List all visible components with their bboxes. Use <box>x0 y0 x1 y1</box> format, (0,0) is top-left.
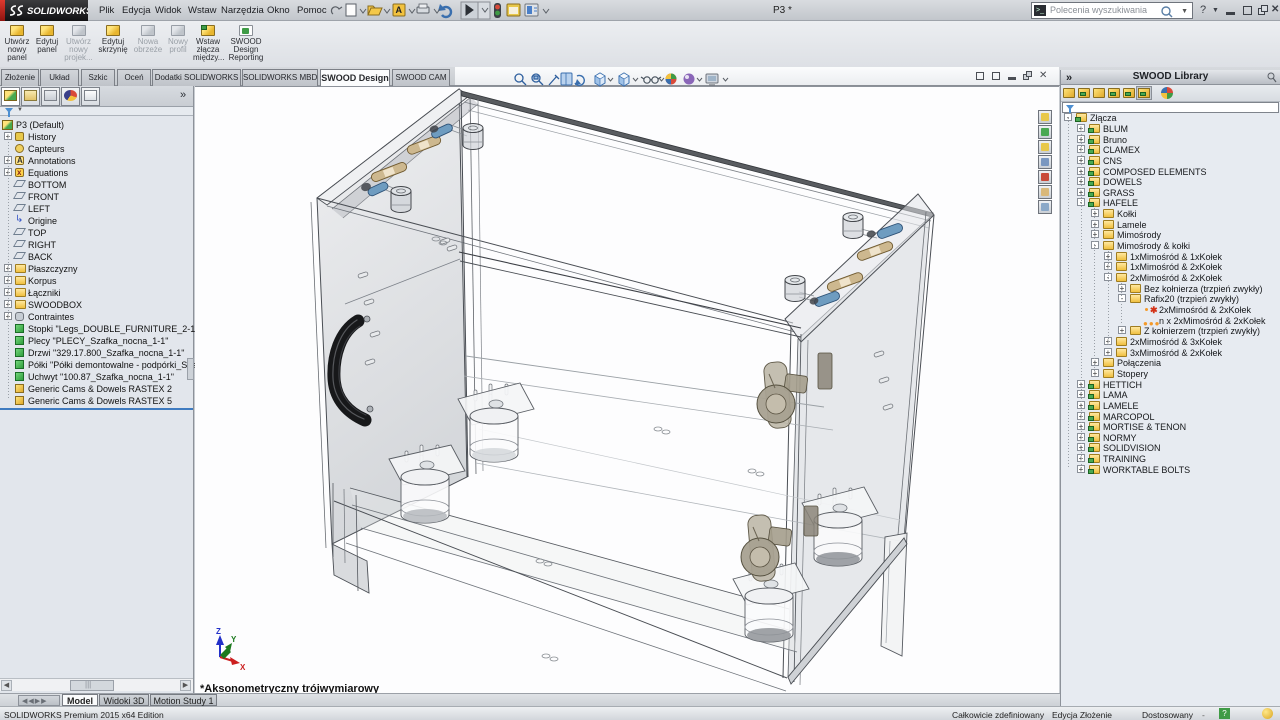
svg-text:X: X <box>240 663 246 672</box>
svg-text:Y: Y <box>231 635 237 644</box>
svg-text:Z: Z <box>216 627 221 636</box>
